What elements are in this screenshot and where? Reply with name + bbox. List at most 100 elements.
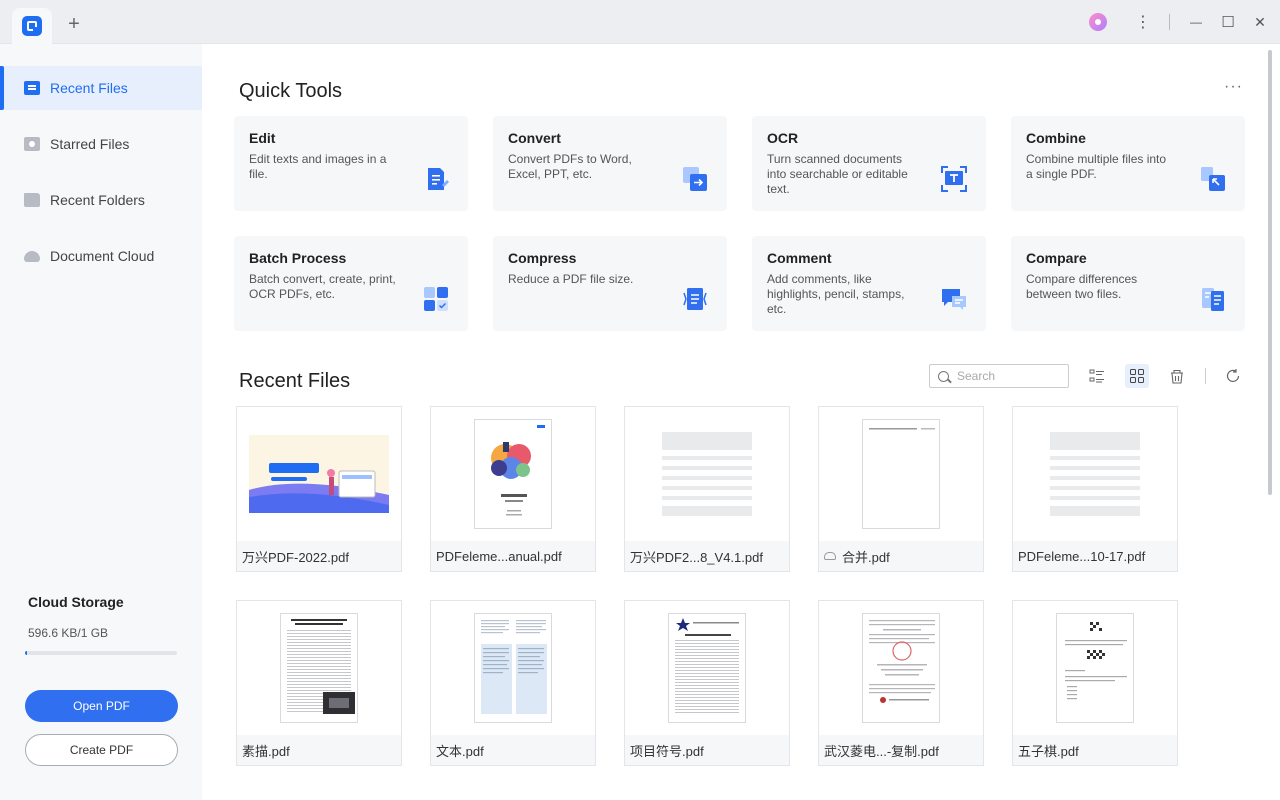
- file-name: PDFeleme...10-17.pdf: [1013, 541, 1177, 571]
- app-logo-icon: [22, 16, 42, 36]
- file-name: 武汉菱电...-复制.pdf: [819, 735, 983, 765]
- tool-description: Combine multiple files into a single PDF…: [1026, 152, 1167, 181]
- main-content: Quick Tools ··· Edit Edit texts and imag…: [202, 44, 1266, 800]
- paper-thumbnail: [280, 613, 358, 723]
- tool-title: Combine: [1026, 130, 1086, 146]
- tool-description: Edit texts and images in a file.: [249, 152, 387, 181]
- file-thumbnail: [625, 601, 789, 735]
- tool-card-ocr[interactable]: OCR Turn scanned documents into searchab…: [752, 116, 986, 211]
- file-thumbnail: [819, 407, 983, 541]
- batch-process-icon: [424, 287, 448, 311]
- tool-description: Convert PDFs to Word, Excel, PPT, etc.: [508, 152, 632, 181]
- tool-description: Batch convert, create, print, OCR PDFs, …: [249, 272, 396, 301]
- placeholder-thumbnail: [1050, 432, 1140, 516]
- file-card[interactable]: 项目符号.pdf: [624, 600, 790, 766]
- sidebar-item-recent-folders[interactable]: Recent Folders: [0, 178, 202, 222]
- folder-icon: [24, 193, 40, 207]
- quick-tools-more-button[interactable]: ···: [1224, 78, 1243, 96]
- tool-description: Compare differences between two files.: [1026, 272, 1138, 301]
- grid-view-button[interactable]: [1125, 364, 1149, 388]
- sidebar-item-label: Starred Files: [50, 136, 130, 152]
- file-name: PDFeleme...anual.pdf: [431, 541, 595, 571]
- scrollbar-thumb[interactable]: [1268, 50, 1272, 495]
- recent-files-icon: [24, 81, 40, 95]
- stamped-document-thumbnail: [862, 613, 940, 723]
- sidebar-item-label: Document Cloud: [50, 248, 155, 264]
- create-pdf-button[interactable]: Create PDF: [25, 734, 178, 766]
- tool-title: Compare: [1026, 250, 1087, 266]
- file-card[interactable]: 万兴PDF-2022.pdf: [236, 406, 402, 572]
- sidebar: Recent Files Starred Files Recent Folder…: [0, 44, 202, 800]
- file-name: 合并.pdf: [819, 541, 983, 571]
- tool-card-edit[interactable]: Edit Edit texts and images in a file.: [234, 116, 468, 211]
- file-thumbnail: [625, 407, 789, 541]
- toolbar-divider: [1205, 368, 1206, 384]
- sidebar-item-starred-files[interactable]: Starred Files: [0, 122, 202, 166]
- file-name: 素描.pdf: [237, 735, 401, 765]
- tool-title: OCR: [767, 130, 799, 146]
- clear-history-button[interactable]: [1165, 364, 1189, 388]
- file-card[interactable]: 万兴PDF2...8_V4.1.pdf: [624, 406, 790, 572]
- tool-card-combine[interactable]: Combine Combine multiple files into a si…: [1011, 116, 1245, 211]
- search-box[interactable]: [929, 364, 1069, 388]
- tool-title: Edit: [249, 130, 276, 146]
- text-page-thumbnail: [668, 613, 746, 723]
- sidebar-item-recent-files[interactable]: Recent Files: [0, 66, 202, 110]
- close-button[interactable]: ✕: [1244, 0, 1276, 44]
- search-input[interactable]: [957, 369, 1057, 383]
- home-tab[interactable]: [12, 8, 52, 44]
- file-name: 万兴PDF2...8_V4.1.pdf: [625, 541, 789, 571]
- refresh-icon: [1226, 369, 1240, 382]
- file-card[interactable]: 武汉菱电...-复制.pdf: [818, 600, 984, 766]
- refresh-button[interactable]: [1221, 364, 1245, 388]
- list-view-button[interactable]: [1085, 364, 1109, 388]
- clear-icon: [1171, 369, 1183, 384]
- file-card[interactable]: PDFeleme...anual.pdf: [430, 406, 596, 572]
- placeholder-thumbnail: [662, 432, 752, 516]
- compress-icon: [683, 288, 707, 310]
- tool-card-compress[interactable]: Compress Reduce a PDF file size.: [493, 236, 727, 331]
- combine-icon: [1201, 167, 1225, 191]
- tool-card-compare[interactable]: Compare Compare differences between two …: [1011, 236, 1245, 331]
- star-icon: [24, 137, 40, 151]
- cloud-storage-progress-fill: [25, 651, 27, 655]
- tool-card-convert[interactable]: Convert Convert PDFs to Word, Excel, PPT…: [493, 116, 727, 211]
- cloud-icon: [24, 250, 40, 262]
- tool-title: Compress: [508, 250, 577, 266]
- tool-title: Comment: [767, 250, 832, 266]
- sidebar-item-label: Recent Files: [50, 80, 128, 96]
- cloud-storage-title: Cloud Storage: [28, 594, 124, 610]
- maximize-button[interactable]: ☐: [1212, 0, 1244, 44]
- file-thumbnail: [237, 407, 401, 541]
- file-thumbnail: [431, 601, 595, 735]
- file-card[interactable]: 文本.pdf: [430, 600, 596, 766]
- grid-view-icon: [1130, 369, 1144, 383]
- file-thumbnail: [1013, 601, 1177, 735]
- file-thumbnail: [1013, 407, 1177, 541]
- file-card[interactable]: 五子棋.pdf: [1012, 600, 1178, 766]
- cloud-storage-usage: 596.6 KB/1 GB: [28, 626, 109, 640]
- tool-card-batch-process[interactable]: Batch Process Batch convert, create, pri…: [234, 236, 468, 331]
- cloud-sync-icon: [824, 552, 836, 560]
- chess-document-thumbnail: [1056, 613, 1134, 723]
- sidebar-item-document-cloud[interactable]: Document Cloud: [0, 234, 202, 278]
- file-name: 文本.pdf: [431, 735, 595, 765]
- new-tab-button[interactable]: +: [64, 14, 84, 34]
- more-menu-icon[interactable]: ⋮: [1127, 0, 1159, 44]
- sidebar-item-label: Recent Folders: [50, 192, 145, 208]
- file-card[interactable]: 素描.pdf: [236, 600, 402, 766]
- edit-icon: [428, 168, 449, 190]
- file-thumbnail: [819, 601, 983, 735]
- file-card[interactable]: PDFeleme...10-17.pdf: [1012, 406, 1178, 572]
- open-pdf-button[interactable]: Open PDF: [25, 690, 178, 722]
- convert-icon: [683, 167, 707, 191]
- titlebar-divider: [1169, 14, 1170, 30]
- file-name: 项目符号.pdf: [625, 735, 789, 765]
- tool-card-comment[interactable]: Comment Add comments, like highlights, p…: [752, 236, 986, 331]
- minimize-button[interactable]: —: [1180, 0, 1212, 44]
- user-avatar[interactable]: [1089, 13, 1107, 31]
- blank-page-thumbnail: [862, 419, 940, 529]
- file-card[interactable]: 合并.pdf: [818, 406, 984, 572]
- list-view-icon: [1089, 369, 1104, 383]
- tool-description: Turn scanned documents into searchable o…: [767, 152, 908, 196]
